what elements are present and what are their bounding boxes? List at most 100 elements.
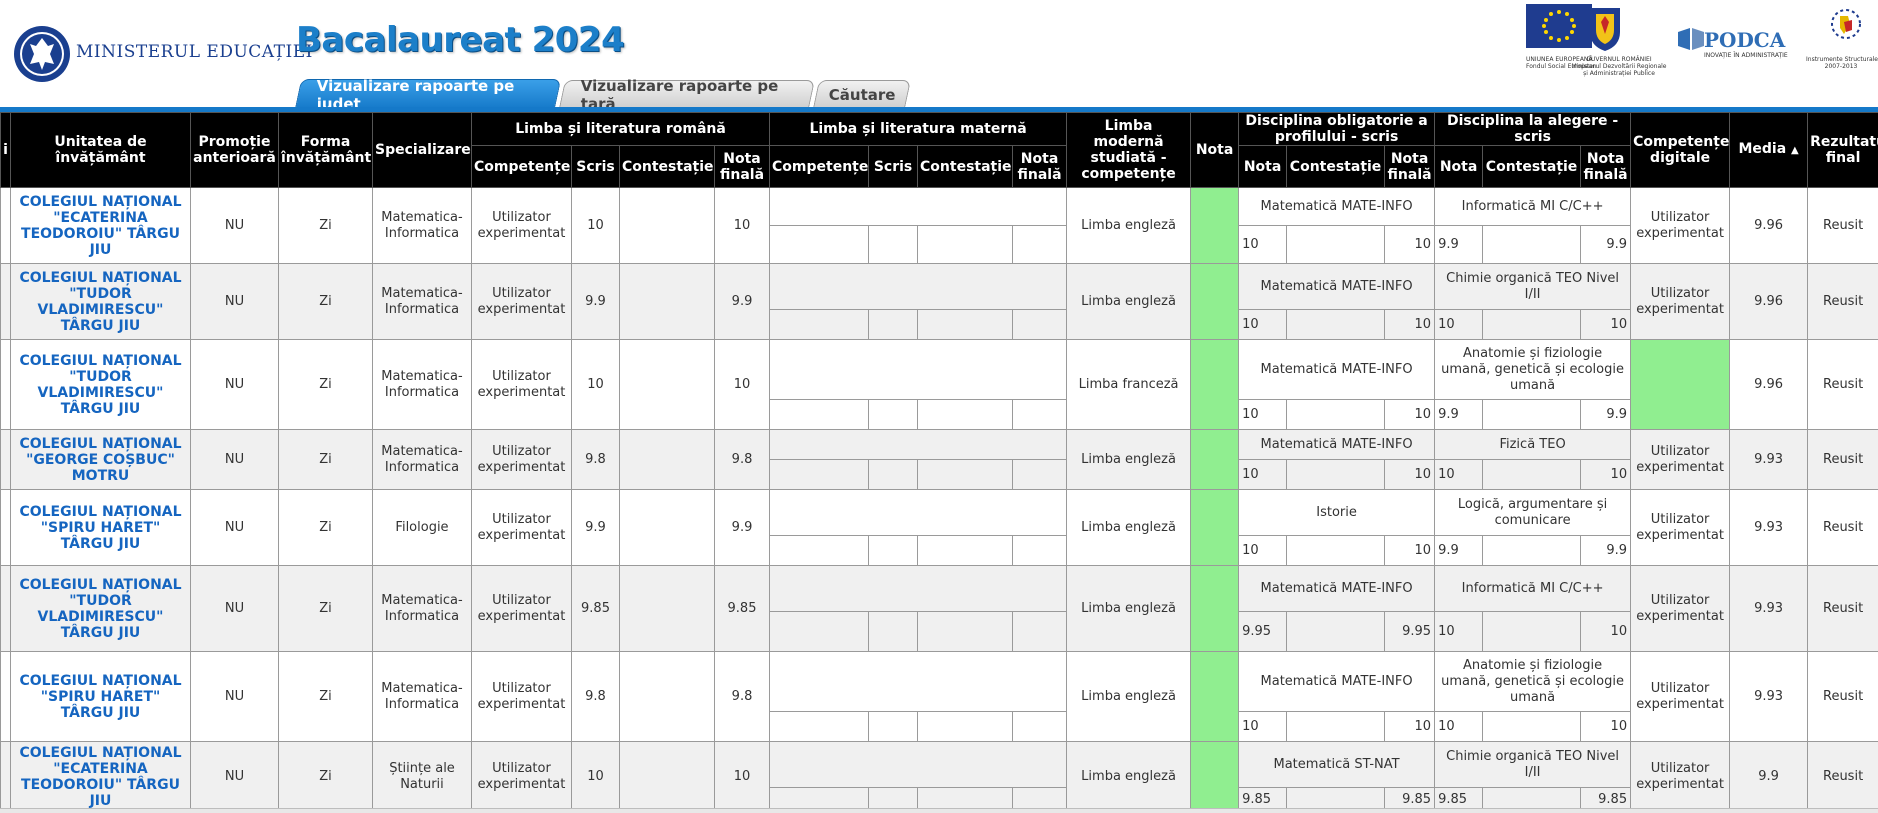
school-name-link[interactable]: COLEGIUL NAȚIONAL "SPIRU HARET" TÂRGU JI… bbox=[10, 651, 191, 742]
col-header-partial: i bbox=[0, 112, 11, 188]
row-partial-cell bbox=[0, 489, 11, 566]
rom-nota-finala-cell: 10 bbox=[713, 187, 771, 264]
mat-contestatie-cell bbox=[917, 459, 1014, 490]
obl-nota-cell: 10 bbox=[1238, 711, 1288, 742]
col-header-forma[interactable]: Forma învățământ bbox=[278, 112, 373, 188]
materna-merged-cell bbox=[769, 187, 1068, 226]
col-header-materna: Limba și literatura maternă bbox=[769, 112, 1068, 146]
mat-competente-cell bbox=[769, 399, 870, 430]
ale-contestatie-cell bbox=[1482, 787, 1582, 808]
rom-scris-cell: 9.8 bbox=[571, 651, 620, 742]
forma-cell: Zi bbox=[278, 187, 373, 264]
podca-caption: INOVAȚIE ÎN ADMINISTRAȚIE bbox=[1704, 52, 1788, 59]
specializare-cell: Științe ale Naturii bbox=[372, 741, 472, 808]
col-header-unitate[interactable]: Unitatea de învățământ bbox=[10, 112, 191, 188]
obl-contestatie-cell bbox=[1286, 309, 1386, 340]
col-header-specializare[interactable]: Specializare bbox=[372, 112, 472, 188]
rom-nota-finala-cell: 9.9 bbox=[713, 263, 771, 340]
mat-contestatie-cell bbox=[917, 535, 1014, 566]
rom-contestatie-cell bbox=[619, 339, 715, 430]
school-name-link[interactable]: COLEGIUL NAȚIONAL "TUDOR VLADIMIRESCU" T… bbox=[10, 339, 191, 430]
subheader-ale-nota: Nota bbox=[1434, 145, 1484, 188]
mat-contestatie-cell bbox=[917, 611, 1014, 652]
media-cell: 9.93 bbox=[1729, 489, 1809, 566]
ale-contestatie-cell bbox=[1482, 399, 1582, 430]
tab-rapoarte-tara[interactable]: Vizualizare rapoarte pe țară bbox=[559, 77, 815, 113]
nota-cell bbox=[1190, 339, 1240, 430]
mat-contestatie-cell bbox=[917, 225, 1014, 264]
rom-scris-cell: 9.8 bbox=[571, 429, 620, 490]
promotie-cell: NU bbox=[190, 565, 279, 652]
ale-contestatie-cell bbox=[1482, 225, 1582, 264]
results-table: i Unitatea de învățământ Promoție anteri… bbox=[0, 112, 1878, 808]
digitale-cell: Utilizator experimentat bbox=[1630, 187, 1731, 264]
ale-nota-finala-cell: 10 bbox=[1580, 711, 1632, 742]
ale-contestatie-cell bbox=[1482, 711, 1582, 742]
obl-contestatie-cell bbox=[1286, 225, 1386, 264]
rom-competente-cell: Utilizator experimentat bbox=[471, 429, 572, 490]
rom-nota-finala-cell: 10 bbox=[713, 741, 771, 808]
tab-rapoarte-judet[interactable]: Vizualizare rapoarte pe județ bbox=[294, 77, 562, 113]
col-header-alegere: Disciplina la alegere - scris bbox=[1434, 112, 1632, 146]
school-name-link[interactable]: COLEGIUL NAȚIONAL "TUDOR VLADIMIRESCU" T… bbox=[10, 565, 191, 652]
forma-cell: Zi bbox=[278, 339, 373, 430]
promotie-cell: NU bbox=[190, 187, 279, 264]
ale-nota-cell: 10 bbox=[1434, 611, 1484, 652]
subheader-obl-nota: Nota bbox=[1238, 145, 1288, 188]
col-header-moderna[interactable]: Limba modernă studiată - competențe bbox=[1066, 112, 1192, 188]
obl-nota-finala-cell: 9.95 bbox=[1384, 611, 1436, 652]
materna-merged-cell bbox=[769, 565, 1068, 612]
horizontal-scrollbar[interactable] bbox=[0, 808, 1878, 813]
nota-cell bbox=[1190, 651, 1240, 742]
rom-contestatie-cell bbox=[619, 429, 715, 490]
obl-nota-finala-cell: 10 bbox=[1384, 225, 1436, 264]
school-name-link[interactable]: COLEGIUL NAȚIONAL "SPIRU HARET" TÂRGU JI… bbox=[10, 489, 191, 566]
rezultat-cell: Reusit bbox=[1807, 489, 1878, 566]
alegere-disciplina-cell: Logică, argumentare și comunicare bbox=[1434, 489, 1632, 536]
rom-scris-cell: 9.85 bbox=[571, 565, 620, 652]
row-partial-cell bbox=[0, 429, 11, 490]
col-header-media[interactable]: Media ▲ bbox=[1729, 112, 1809, 188]
subheader-obl-contestatie: Contestație bbox=[1286, 145, 1386, 188]
alegere-disciplina-cell: Informatică MI C/C++ bbox=[1434, 565, 1632, 612]
col-header-nota[interactable]: Nota bbox=[1190, 112, 1240, 188]
obligatorie-disciplina-cell: Matematică MATE-INFO bbox=[1238, 339, 1436, 400]
alegere-disciplina-cell: Anatomie și fiziologie umană, genetică ș… bbox=[1434, 651, 1632, 712]
mat-scris-cell bbox=[868, 225, 919, 264]
school-name-link[interactable]: COLEGIUL NAȚIONAL "ECATERINA TEODOROIU" … bbox=[10, 741, 191, 808]
obl-contestatie-cell bbox=[1286, 711, 1386, 742]
instrumente-structurale-logo: Instrumente Structurale 2007-2013 bbox=[1806, 4, 1878, 80]
school-name-link[interactable]: COLEGIUL NAȚIONAL "GEORGE COȘBUC" MOTRU bbox=[10, 429, 191, 490]
mat-contestatie-cell bbox=[917, 399, 1014, 430]
nota-cell bbox=[1190, 741, 1240, 808]
table-row: COLEGIUL NAȚIONAL "TUDOR VLADIMIRESCU" T… bbox=[0, 339, 1878, 430]
promotie-cell: NU bbox=[190, 741, 279, 808]
rezultat-cell: Reusit bbox=[1807, 187, 1878, 264]
mat-competente-cell bbox=[769, 459, 870, 490]
mat-scris-cell bbox=[868, 711, 919, 742]
rom-nota-finala-cell: 9.85 bbox=[713, 565, 771, 652]
rezultat-cell: Reusit bbox=[1807, 339, 1878, 430]
moderna-cell: Limba engleză bbox=[1066, 263, 1192, 340]
mat-scris-cell bbox=[868, 535, 919, 566]
subheader-rom-scris: Scris bbox=[571, 145, 620, 188]
col-header-digitale[interactable]: Competențe digitale bbox=[1630, 112, 1731, 188]
col-header-promotie[interactable]: Promoție anterioară bbox=[190, 112, 279, 188]
results-grid: i Unitatea de învățământ Promoție anteri… bbox=[0, 112, 1878, 808]
materna-merged-cell bbox=[769, 489, 1068, 536]
rom-scris-cell: 10 bbox=[571, 741, 620, 808]
ale-nota-cell: 9.9 bbox=[1434, 225, 1484, 264]
mat-nota-finala-cell bbox=[1012, 611, 1068, 652]
obl-nota-cell: 10 bbox=[1238, 459, 1288, 490]
mat-nota-finala-cell bbox=[1012, 711, 1068, 742]
ale-nota-finala-cell: 9.85 bbox=[1580, 787, 1632, 808]
rom-contestatie-cell bbox=[619, 263, 715, 340]
tab-cautare[interactable]: Căutare bbox=[813, 80, 911, 108]
col-header-rezultat[interactable]: Rezultatul final bbox=[1807, 112, 1878, 188]
school-name-link[interactable]: COLEGIUL NAȚIONAL "ECATERINA TEODOROIU" … bbox=[10, 187, 191, 264]
obl-nota-cell: 10 bbox=[1238, 399, 1288, 430]
rezultat-cell: Reusit bbox=[1807, 741, 1878, 808]
school-name-link[interactable]: COLEGIUL NAȚIONAL "TUDOR VLADIMIRESCU" T… bbox=[10, 263, 191, 340]
ale-nota-finala-cell: 10 bbox=[1580, 309, 1632, 340]
nota-cell bbox=[1190, 489, 1240, 566]
